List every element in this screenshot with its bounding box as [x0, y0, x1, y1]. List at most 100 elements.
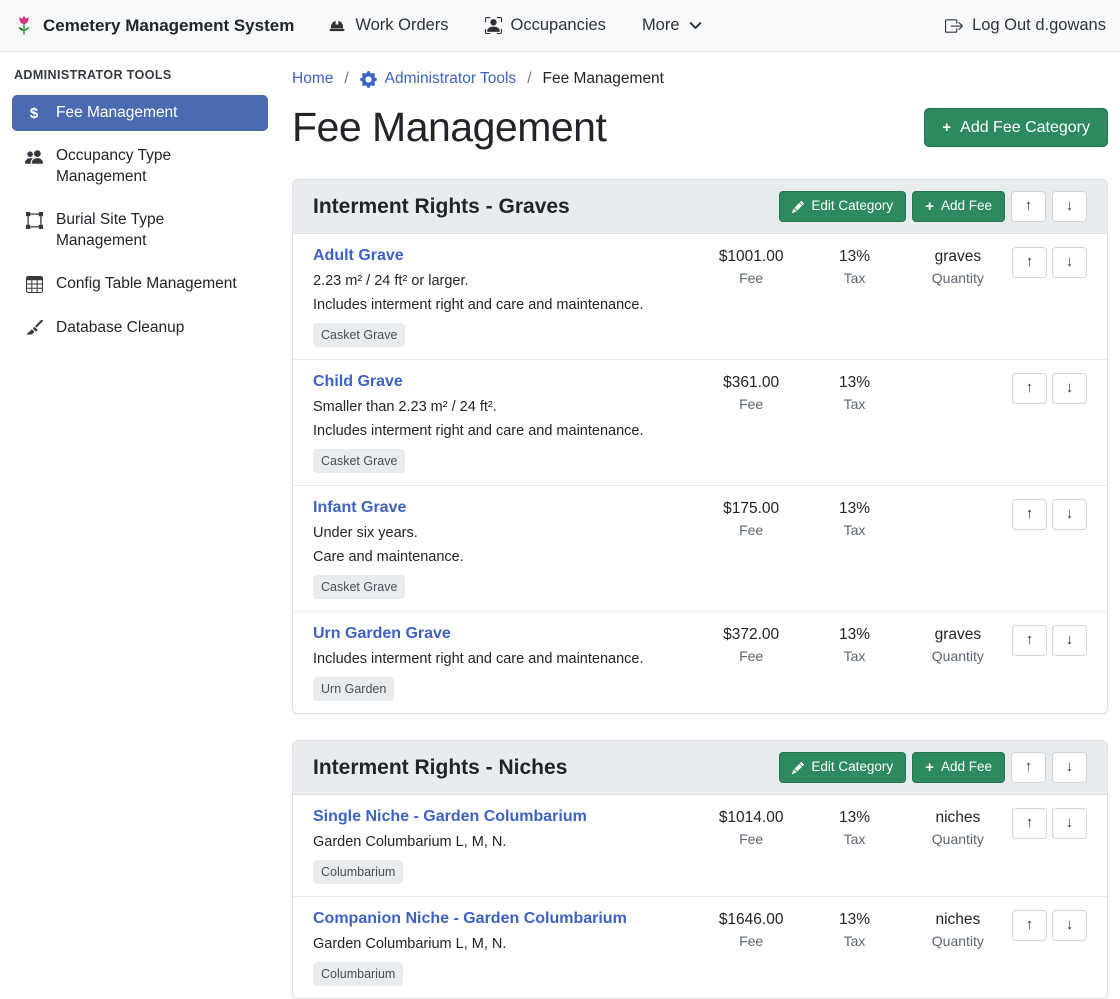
fee-amount-cell: $1001.00 Fee [697, 247, 805, 286]
fee-category-list: Interment Rights - Graves Edit Category … [292, 179, 1108, 999]
tax-cell: 13% Tax [805, 625, 903, 664]
fee-amount-label: Fee [697, 648, 805, 664]
app-title: Cemetery Management System [43, 16, 294, 36]
fee-amount: $1646.00 [697, 911, 805, 929]
move-fee-down-button[interactable]: ↓ [1052, 808, 1087, 839]
quantity-cell: niches Quantity [904, 910, 1012, 949]
fee-name[interactable]: Companion Niche - Garden Columbarium [313, 910, 627, 928]
fee-amount-label: Fee [697, 270, 805, 286]
fee-row-actions: ↑ ↓ [1012, 247, 1087, 278]
fee-amount: $175.00 [697, 500, 805, 518]
move-fee-down-button[interactable]: ↓ [1052, 499, 1087, 530]
fee-amount-label: Fee [697, 933, 805, 949]
nav-more[interactable]: More [642, 16, 702, 35]
category-header: Interment Rights - Niches Edit Category … [293, 741, 1107, 795]
fee-tax: 13% [805, 626, 903, 644]
sidebar-item-config-table-management[interactable]: Config Table Management [12, 266, 268, 302]
tax-cell: 13% Tax [805, 808, 903, 847]
move-category-up-button[interactable]: ↑ [1011, 752, 1046, 783]
edit-category-button[interactable]: Edit Category [779, 752, 906, 783]
add-fee-button[interactable]: + Add Fee [912, 191, 1005, 222]
fee-badge: Urn Garden [313, 677, 394, 701]
nav-occupancies[interactable]: Occupancies [485, 16, 606, 35]
fee-amount-cell: $372.00 Fee [697, 625, 805, 664]
tax-label: Tax [805, 270, 903, 286]
fee-amount-cell: $1646.00 Fee [697, 910, 805, 949]
fee-desc-1: Smaller than 2.23 m² / 24 ft². [313, 399, 687, 415]
sidebar-item-fee-management[interactable]: $ Fee Management [12, 95, 268, 131]
category-title: Interment Rights - Niches [313, 756, 567, 780]
add-fee-button[interactable]: + Add Fee [912, 752, 1005, 783]
fee-tax: 13% [805, 374, 903, 392]
fee-tax: 13% [805, 500, 903, 518]
category-title: Interment Rights - Graves [313, 195, 570, 219]
main-nav: Work Orders Occupancies More [328, 16, 701, 35]
fee-row: Infant Grave Under six years. Care and m… [293, 486, 1107, 612]
breadcrumb: Home / Administrator Tools / Fee Managem… [292, 70, 1108, 88]
nav-work-orders[interactable]: Work Orders [328, 16, 448, 35]
move-fee-up-button[interactable]: ↑ [1012, 625, 1047, 656]
fee-badge: Casket Grave [313, 323, 405, 347]
gear-icon [360, 71, 377, 88]
fee-row-actions: ↑ ↓ [1012, 808, 1087, 839]
fee-list: Single Niche - Garden Columbarium Garden… [293, 795, 1107, 998]
fee-amount: $372.00 [697, 626, 805, 644]
broom-icon [24, 320, 44, 337]
move-fee-down-button[interactable]: ↓ [1052, 247, 1087, 278]
move-fee-down-button[interactable]: ↓ [1052, 910, 1087, 941]
dollar-icon: $ [24, 105, 44, 123]
fee-row: Companion Niche - Garden Columbarium Gar… [293, 897, 1107, 998]
fee-category-card: Interment Rights - Graves Edit Category … [292, 179, 1108, 714]
fee-list: Adult Grave 2.23 m² / 24 ft² or larger. … [293, 234, 1107, 713]
breadcrumb-home-link[interactable]: Home [292, 70, 333, 88]
users-icon [24, 148, 44, 166]
app-brand[interactable]: Cemetery Management System [14, 15, 294, 37]
move-fee-up-button[interactable]: ↑ [1012, 910, 1047, 941]
page-title: Fee Management [292, 104, 606, 151]
move-category-down-button[interactable]: ↓ [1052, 191, 1087, 222]
tax-cell: 13% Tax [805, 910, 903, 949]
move-category-up-button[interactable]: ↑ [1011, 191, 1046, 222]
edit-category-button[interactable]: Edit Category [779, 191, 906, 222]
quantity-cell: graves Quantity [904, 247, 1012, 286]
fee-quantity: niches [904, 809, 1012, 827]
logout-link[interactable]: Log Out d.gowans [945, 16, 1106, 35]
breadcrumb-separator: / [344, 70, 348, 88]
pencil-icon [792, 201, 804, 213]
plus-icon: + [942, 120, 951, 135]
fee-desc-1: Garden Columbarium L, M, N. [313, 834, 687, 850]
quantity-cell: niches Quantity [904, 808, 1012, 847]
fee-quantity: graves [904, 626, 1012, 644]
fee-desc-1: Garden Columbarium L, M, N. [313, 936, 687, 952]
fee-desc-2: Care and maintenance. [313, 549, 687, 565]
fee-name[interactable]: Urn Garden Grave [313, 625, 451, 643]
fee-details: Child Grave Smaller than 2.23 m² / 24 ft… [313, 373, 697, 473]
move-fee-up-button[interactable]: ↑ [1012, 499, 1047, 530]
add-fee-category-button[interactable]: + Add Fee Category [924, 108, 1108, 148]
breadcrumb-separator: / [527, 70, 531, 88]
breadcrumb-admin-tools-link[interactable]: Administrator Tools [360, 70, 517, 88]
fee-amount: $1014.00 [697, 809, 805, 827]
fee-name[interactable]: Child Grave [313, 373, 403, 391]
move-fee-down-button[interactable]: ↓ [1052, 625, 1087, 656]
move-fee-up-button[interactable]: ↑ [1012, 247, 1047, 278]
move-category-down-button[interactable]: ↓ [1052, 752, 1087, 783]
person-bounding-box-icon [485, 17, 502, 34]
move-fee-down-button[interactable]: ↓ [1052, 373, 1087, 404]
fee-name[interactable]: Single Niche - Garden Columbarium [313, 808, 587, 826]
chevron-down-icon [689, 19, 702, 32]
fee-badge: Casket Grave [313, 575, 405, 599]
fee-category-card: Interment Rights - Niches Edit Category … [292, 740, 1108, 999]
sidebar-item-database-cleanup[interactable]: Database Cleanup [12, 310, 268, 346]
fee-tax: 13% [805, 248, 903, 266]
fee-desc-2: Includes interment right and care and ma… [313, 297, 687, 313]
sidebar-item-burial-site-type-management[interactable]: Burial Site Type Management [12, 202, 268, 259]
sidebar-item-occupancy-type-management[interactable]: Occupancy Type Management [12, 138, 268, 195]
fee-name[interactable]: Infant Grave [313, 499, 406, 517]
move-fee-up-button[interactable]: ↑ [1012, 808, 1047, 839]
fee-name[interactable]: Adult Grave [313, 247, 404, 265]
fee-badge: Columbarium [313, 962, 403, 986]
move-fee-up-button[interactable]: ↑ [1012, 373, 1047, 404]
fee-details: Adult Grave 2.23 m² / 24 ft² or larger. … [313, 247, 697, 347]
fee-details: Infant Grave Under six years. Care and m… [313, 499, 697, 599]
